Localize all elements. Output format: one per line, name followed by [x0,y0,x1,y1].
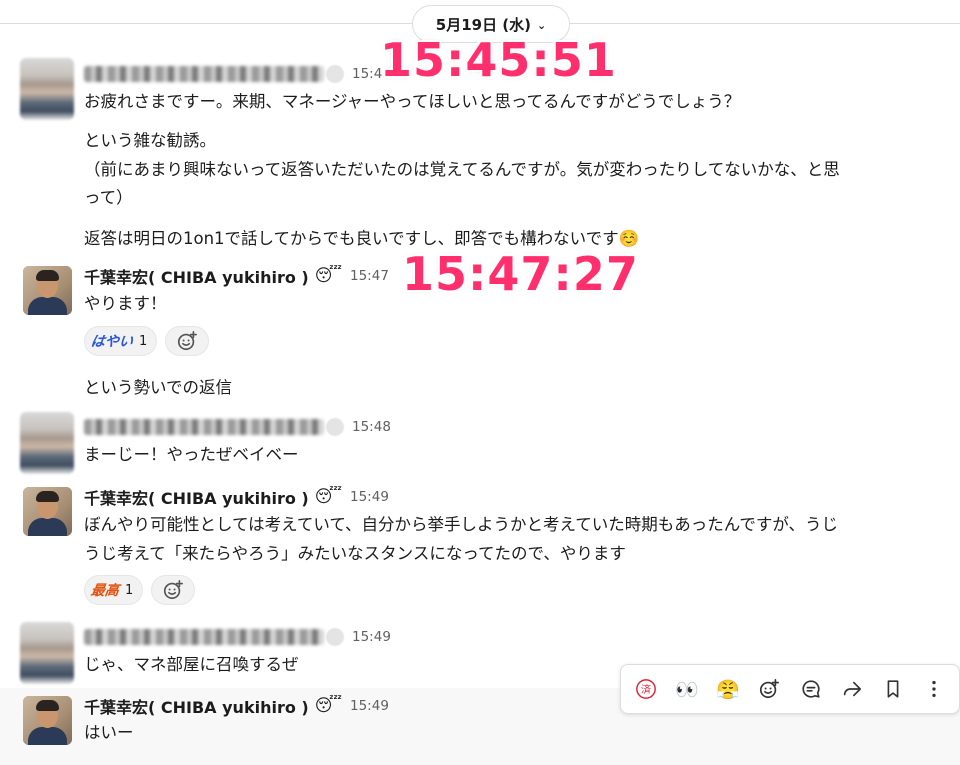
sender-name-redacted[interactable] [84,66,324,82]
done-stamp-icon: 済 [635,679,656,699]
bookmark-icon [887,680,899,698]
reaction-saikou[interactable]: 最高 1 [84,575,144,605]
reply-in-thread-button[interactable] [794,672,828,706]
timestamp-overlay: 15:47:27 [402,247,639,301]
share-arrow-icon [843,681,861,697]
avatar[interactable] [20,412,74,474]
status-dot [326,418,344,436]
message-header: 千葉幸宏( CHIBA yukihiro ) 😴 15:49 [84,485,389,509]
status-dot [326,628,344,646]
reaction-count: 1 [125,582,134,598]
message-text: お疲れさまですー。来期、マネージャーやってほしいと思ってるんですがどうでしょう？ [84,92,741,111]
add-reaction-button[interactable] [165,326,210,356]
add-reaction-icon [760,679,780,699]
add-reaction-icon [178,331,198,351]
sender-name-redacted[interactable] [84,629,324,645]
timestamp[interactable]: 15:49 [350,698,389,714]
message-header: 15:45 [84,62,391,86]
add-reaction-icon [164,580,184,600]
message-header: 15:49 [84,625,391,649]
sender-name[interactable]: 千葉幸宏( CHIBA yukihiro ) [84,694,309,718]
sender-name[interactable]: 千葉幸宏( CHIBA yukihiro ) [84,485,309,509]
timestamp-overlay: 15:45:51 [380,33,617,87]
message-text: という雑な勧誘。 [84,131,216,150]
message-header: 千葉幸宏( CHIBA yukihiro ) 😴 15:47 [84,264,389,288]
thread-icon [802,680,820,698]
timestamp[interactable]: 15:49 [350,489,389,505]
message-text: まーじー！やったぜベイベー [84,445,299,464]
date-label: 5月19日 (水) [435,15,532,34]
message-actions-toolbar: 済 👀 😤 [620,664,960,714]
sender-name-redacted[interactable] [84,419,324,435]
eyes-icon: 👀 [675,678,699,701]
add-reaction-button[interactable] [752,672,786,706]
avatar[interactable] [23,696,72,745]
sleeping-face-icon: 😴 [314,266,342,286]
message-text: ぼんやり可能性としては考えていて、自分から挙手しようかと考えていた時期もあったん… [84,515,839,534]
reaction-count: 1 [139,333,148,349]
message-header: 千葉幸宏( CHIBA yukihiro ) 😴 15:49 [84,694,389,718]
message-text: という勢いでの返信 [84,378,233,397]
share-message-button[interactable] [835,672,869,706]
avatar[interactable] [23,266,72,315]
message-text: うじ考えて「来たらやろう」みたいなスタンスになってたので、やります [84,544,626,563]
saikou-stamp-icon: 最高 [89,583,120,599]
more-actions-button[interactable] [917,672,951,706]
avatar[interactable] [20,58,74,120]
timestamp[interactable]: 15:49 [352,629,391,645]
avatar[interactable] [20,622,74,684]
done-stamp-label: 済 [641,683,651,696]
chevron-down-icon: ⌄ [537,18,547,32]
hayai-stamp-icon: はやい [89,334,134,350]
status-dot [326,65,344,83]
eyes-reaction-button[interactable]: 👀 [670,672,704,706]
sleeping-face-icon: 😴 [314,487,342,507]
reaction-hayai[interactable]: はやい 1 [84,326,158,356]
timestamp[interactable]: 15:47 [350,268,389,284]
done-stamp-reaction-button[interactable]: 済 [629,672,663,706]
message-header: 15:48 [84,415,391,439]
save-message-button[interactable] [876,672,910,706]
message-text: はいー [84,723,134,742]
message-text: って） [84,188,133,207]
sender-name[interactable]: 千葉幸宏( CHIBA yukihiro ) [84,264,309,288]
reactions-bar: はやい 1 [84,326,210,356]
hot-face-reaction-button[interactable]: 😤 [711,672,745,706]
add-reaction-button[interactable] [151,575,196,605]
avatar[interactable] [23,487,72,536]
more-vertical-icon [932,680,937,698]
hot-face-icon: 😤 [716,678,740,701]
message-text: （前にあまり興味ないって返答いただいたのは覚えてるんですが。気が変わったりしてな… [84,160,840,179]
timestamp[interactable]: 15:48 [352,419,391,435]
sleeping-face-icon: 😴 [314,696,342,716]
reactions-bar: 最高 1 [84,575,196,605]
